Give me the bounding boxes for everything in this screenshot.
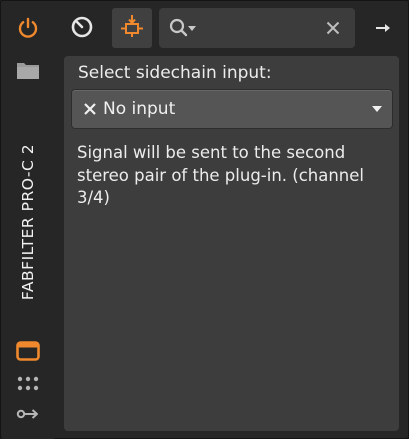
- folder-icon[interactable]: [15, 58, 41, 82]
- plugin-title: FABFILTER PRO-C 2: [10, 122, 46, 322]
- sidechain-panel: Select sidechain input: No input Signal …: [64, 56, 399, 431]
- x-icon: [82, 100, 98, 118]
- search-icon[interactable]: [169, 17, 199, 39]
- search-box[interactable]: [159, 8, 355, 48]
- sidechain-description: Signal will be sent to the second stereo…: [77, 143, 365, 207]
- window-icon[interactable]: [15, 339, 41, 363]
- arrow-right-icon[interactable]: [368, 13, 398, 43]
- plugin-window: FABFILTER PRO-C 2 Select sidechain input…: [0, 0, 409, 439]
- caret-down-icon: [372, 105, 382, 113]
- power-icon[interactable]: [14, 14, 42, 42]
- plugin-title-text: FABFILTER PRO-C 2: [19, 143, 38, 301]
- sidechain-icon: [119, 13, 145, 43]
- selected-input-label: No input: [103, 99, 176, 119]
- routing-icon[interactable]: [15, 404, 41, 424]
- panel-toolbar: [56, 2, 408, 54]
- sidechain-input-select[interactable]: No input: [71, 89, 393, 129]
- device-rail: FABFILTER PRO-C 2: [2, 2, 54, 439]
- close-icon[interactable]: [323, 18, 343, 38]
- sidechain-button[interactable]: [112, 8, 152, 48]
- knob-icon: [70, 15, 94, 43]
- grid-dots-icon[interactable]: [16, 375, 40, 393]
- sidechain-heading: Select sidechain input:: [78, 63, 272, 83]
- knob-button[interactable]: [64, 10, 100, 48]
- search-input[interactable]: [201, 16, 325, 42]
